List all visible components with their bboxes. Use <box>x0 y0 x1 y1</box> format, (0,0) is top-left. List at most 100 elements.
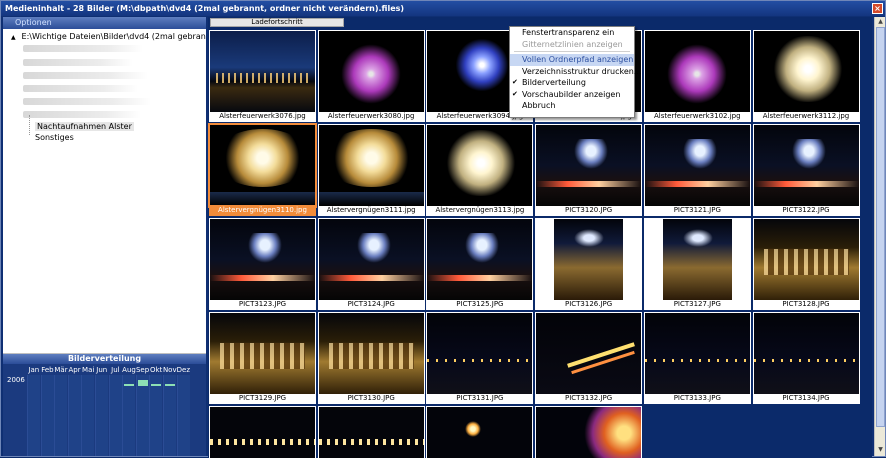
month-column <box>149 375 163 456</box>
month-column <box>40 375 54 456</box>
context-menu-label: Vorschaubilder anzeigen <box>522 89 621 99</box>
thumbnail-item[interactable]: Alsterfeuerwerk3102.jpg <box>643 30 751 122</box>
thumbnail-image[interactable] <box>644 125 750 206</box>
thumbnail-item[interactable] <box>209 406 316 458</box>
thumbnail-item[interactable]: PICT3124.JPG <box>317 218 425 310</box>
thumbnail-item[interactable]: PICT3123.JPG <box>209 218 316 310</box>
close-button[interactable]: × <box>872 3 883 14</box>
thumbnail-item[interactable]: PICT3132.JPG <box>535 312 643 404</box>
thumbnail-label: Alsterfeuerwerk3102.jpg <box>654 112 741 120</box>
thumbnail-image[interactable] <box>210 219 315 300</box>
thumbnail-item[interactable] <box>535 406 643 458</box>
thumbnail-item[interactable] <box>317 406 425 458</box>
month-column <box>67 375 81 456</box>
thumbnail-image[interactable] <box>644 31 750 112</box>
thumbnail-item[interactable]: PICT3126.JPG <box>535 218 643 310</box>
month-column <box>54 375 68 456</box>
thumbnail-item[interactable]: PICT3131.JPG <box>426 312 534 404</box>
thumbnail-image[interactable] <box>536 313 642 394</box>
thumbnail-image[interactable] <box>536 219 642 300</box>
thumbnail-label: PICT3121.JPG <box>673 206 721 214</box>
context-menu-item[interactable]: Abbruch <box>510 100 634 112</box>
thumbnail-image[interactable] <box>753 313 859 394</box>
thumbnail-image[interactable] <box>644 313 750 394</box>
thumbnail-item[interactable]: Alstervergnügen3110.jpg <box>208 123 317 216</box>
tree-connector <box>29 115 30 135</box>
thumbnail-label: PICT3131.JPG <box>456 394 504 402</box>
month-label: Jan <box>28 366 40 374</box>
scroll-down-icon[interactable]: ▼ <box>876 445 885 454</box>
thumbnail-item[interactable]: PICT3129.JPG <box>209 312 316 404</box>
month-label: Apr <box>68 366 81 374</box>
thumbnail-image[interactable] <box>318 313 424 394</box>
month-bar <box>124 384 135 386</box>
thumbnail-item[interactable]: PICT3121.JPG <box>643 124 751 216</box>
thumbnail-image[interactable] <box>536 125 642 206</box>
scroll-up-icon[interactable]: ▲ <box>876 17 885 26</box>
thumbnail-item[interactable]: PICT3122.JPG <box>752 124 860 216</box>
context-menu-item[interactable]: ✔ Bilderverteilung <box>510 77 634 89</box>
thumbnail-image[interactable] <box>644 219 750 300</box>
month-label: Dez <box>176 366 191 374</box>
collapse-arrow-icon[interactable]: ▲ <box>11 34 19 41</box>
thumbnail-item[interactable]: Alsterfeuerwerk3080.jpg <box>317 30 425 122</box>
thumbnail-image[interactable] <box>536 407 642 458</box>
month-bar <box>165 384 175 386</box>
context-menu-item[interactable]: Vollen Ordnerpfad anzeigen <box>510 54 634 66</box>
thumbnail-image[interactable] <box>427 219 533 300</box>
thumbnail-item[interactable] <box>426 406 534 458</box>
thumbnail-item[interactable]: PICT3133.JPG <box>643 312 751 404</box>
thumbnail-image[interactable] <box>318 219 424 300</box>
left-panel: Optionen ▲ E:\Wichtige Dateien\Bilder\dv… <box>3 17 206 456</box>
context-menu-item[interactable]: Verzeichnisstruktur drucken... <box>510 66 641 78</box>
thumbnail-item[interactable]: PICT3134.JPG <box>752 312 860 404</box>
context-menu-item[interactable]: ✔ Vorschaubilder anzeigen <box>510 89 634 101</box>
thumbnail-image[interactable] <box>318 125 424 206</box>
thumbnail-image[interactable] <box>753 219 859 300</box>
thumbnail-image[interactable] <box>753 125 859 206</box>
thumbnail-image[interactable] <box>318 407 424 458</box>
month-label: Mär <box>54 366 68 374</box>
thumbnail-item[interactable]: Alsterfeuerwerk3076.jpg <box>209 30 316 122</box>
context-menu-item[interactable]: Fenstertransparenz ein <box>510 27 634 39</box>
options-header[interactable]: Optionen <box>3 17 206 29</box>
image-distribution-chart: Jan FebMärAprMai Jun Jul AugSepOktNovDez 200… <box>3 364 206 456</box>
tree-root-label: E:\Wichtige Dateien\Bilder\dvd4 (2mal ge… <box>21 32 206 41</box>
thumbnail-image[interactable] <box>427 407 533 458</box>
thumbnail-item[interactable]: PICT3130.JPG <box>317 312 425 404</box>
thumbnail-item[interactable]: PICT3120.JPG <box>535 124 643 216</box>
grid-vertical-scrollbar[interactable]: ▲ ▼ <box>874 17 885 456</box>
month-label: Feb <box>41 366 54 374</box>
thumbnail-label: PICT3129.JPG <box>238 394 287 402</box>
month-column <box>95 375 108 456</box>
thumbnail-image[interactable] <box>210 407 315 458</box>
blurred-tree-item <box>23 85 138 92</box>
thumbnail-image[interactable] <box>427 125 533 206</box>
thumbnail-item[interactable]: Alstervergnügen3111.jpg <box>317 124 425 216</box>
thumbnail-label: Alstervergnügen3111.jpg <box>326 206 416 214</box>
grid-scroll-thumb[interactable] <box>876 27 885 427</box>
thumbnail-image[interactable] <box>427 313 533 394</box>
thumbnail-item[interactable]: PICT3125.JPG <box>426 218 534 310</box>
tree-root-item[interactable]: ▲ E:\Wichtige Dateien\Bilder\dvd4 (2mal … <box>11 32 206 41</box>
tree-item-sonstiges[interactable]: Sonstiges <box>35 133 74 142</box>
month-column <box>81 375 95 456</box>
thumbnail-label: PICT3134.JPG <box>782 394 830 402</box>
thumbnail-item[interactable]: Alsterfeuerwerk3112.jpg <box>752 30 860 122</box>
thumbnail-image[interactable] <box>318 31 424 112</box>
thumbnail-item[interactable]: PICT3127.JPG <box>643 218 751 310</box>
thumbnail-image[interactable] <box>753 31 859 112</box>
thumbnail-label: PICT3125.JPG <box>456 300 504 308</box>
year-label: 2006 <box>7 376 25 384</box>
thumbnail-item[interactable]: Alstervergnügen3113.jpg <box>426 124 534 216</box>
tree-item-nachtaufnahmen[interactable]: Nachtaufnahmen Alster <box>35 122 134 131</box>
thumbnail-item[interactable]: PICT3128.JPG <box>752 218 860 310</box>
blurred-tree-item <box>23 72 148 79</box>
month-column <box>108 375 122 456</box>
thumbnail-image[interactable] <box>210 31 315 112</box>
distribution-header: Bilderverteilung <box>3 354 206 364</box>
thumbnail-image[interactable] <box>208 123 317 208</box>
thumbnail-image[interactable] <box>210 313 315 394</box>
context-menu-item: Gitternetzlinien anzeigen <box>510 39 634 51</box>
context-menu: Fenstertransparenz ein Gitternetzlinien a… <box>509 26 641 118</box>
